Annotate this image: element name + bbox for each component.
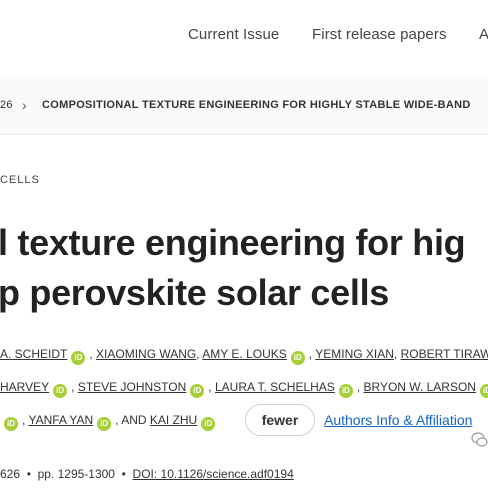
author-link[interactable]: HARVEY <box>0 380 49 394</box>
author-list-row-2: HARVEY iD, STEVE JOHNSTON iD, LAURA T. SCH… <box>0 380 488 398</box>
orcid-icon[interactable]: iD <box>97 417 112 431</box>
author-link[interactable]: AMY E. LOUKS <box>202 347 286 361</box>
chat-bubble-icon <box>471 432 488 447</box>
meta-separator: • <box>26 467 31 481</box>
orcid-icon[interactable]: iD <box>201 417 216 431</box>
article-title-line-2: p perovskite solar cells <box>0 272 389 313</box>
author-link[interactable]: BRYON W. LARSON <box>364 380 476 394</box>
doi-link[interactable]: DOI: 10.1126/science.adf0194 <box>133 467 294 481</box>
author-link[interactable]: A. SCHEIDT <box>0 347 67 361</box>
author-list-row-3: iD, YANFA YAN iD, AND KAI ZHU iD <box>0 413 219 431</box>
separator: , <box>115 413 119 427</box>
separator: , <box>22 413 26 427</box>
separator: , <box>196 347 200 361</box>
separator: , <box>356 380 361 394</box>
author-link[interactable]: STEVE JOHNSTON <box>78 380 186 394</box>
author-link[interactable]: YANFA YAN <box>28 413 93 427</box>
separator: , <box>393 347 398 361</box>
orcid-icon[interactable]: iD <box>53 384 68 398</box>
fewer-authors-button[interactable]: fewer <box>245 404 315 436</box>
orcid-icon[interactable]: iD <box>338 384 353 398</box>
orcid-icon[interactable]: iD <box>4 417 18 431</box>
author-conjunction: AND <box>121 413 147 427</box>
top-navigation-bar: Current Issue First release papers A <box>0 0 488 76</box>
orcid-icon[interactable]: iD <box>190 384 205 398</box>
breadcrumb-issue[interactable]: 26 <box>0 99 13 111</box>
separator: , <box>308 347 313 361</box>
orcid-icon[interactable]: iD <box>71 351 86 365</box>
article-title-line-1: l texture engineering for hig <box>0 222 466 263</box>
author-link[interactable]: LAURA T. SCHELHAS <box>215 380 335 394</box>
breadcrumb-current-article: COMPOSITIONAL TEXTURE ENGINEERING FOR HI… <box>42 99 471 111</box>
page-range: pp. 1295-1300 <box>37 467 115 481</box>
author-list-row-1: A. SCHEIDT iD, XIAOMING WANG, AMY E. LOUK… <box>0 347 488 365</box>
author-link[interactable]: ROBERT TIRAW <box>401 347 488 361</box>
separator: , <box>71 380 75 394</box>
nav-item-truncated[interactable]: A <box>479 26 488 43</box>
orcid-icon[interactable]: iD <box>290 351 305 365</box>
author-link[interactable]: XIAOMING WANG <box>96 347 196 361</box>
author-link[interactable]: YEMING XIAN <box>315 347 394 361</box>
author-link[interactable]: KAI ZHU <box>150 413 197 427</box>
article-section-label: CELLS <box>0 174 40 186</box>
nav-current-issue[interactable]: Current Issue <box>188 26 279 43</box>
separator: , <box>89 347 93 361</box>
chevron-right-icon: › <box>22 97 27 113</box>
separator: , <box>208 380 212 394</box>
meta-separator: • <box>121 467 126 481</box>
issue-number: 626 <box>0 467 21 481</box>
article-meta: 626 • pp. 1295-1300 • DOI: 10.1126/scien… <box>0 467 294 481</box>
orcid-icon[interactable]: iD <box>479 384 488 398</box>
authors-info-affiliations-link[interactable]: Authors Info & Affiliation <box>324 412 472 428</box>
nav-first-release-papers[interactable]: First release papers <box>312 26 447 43</box>
